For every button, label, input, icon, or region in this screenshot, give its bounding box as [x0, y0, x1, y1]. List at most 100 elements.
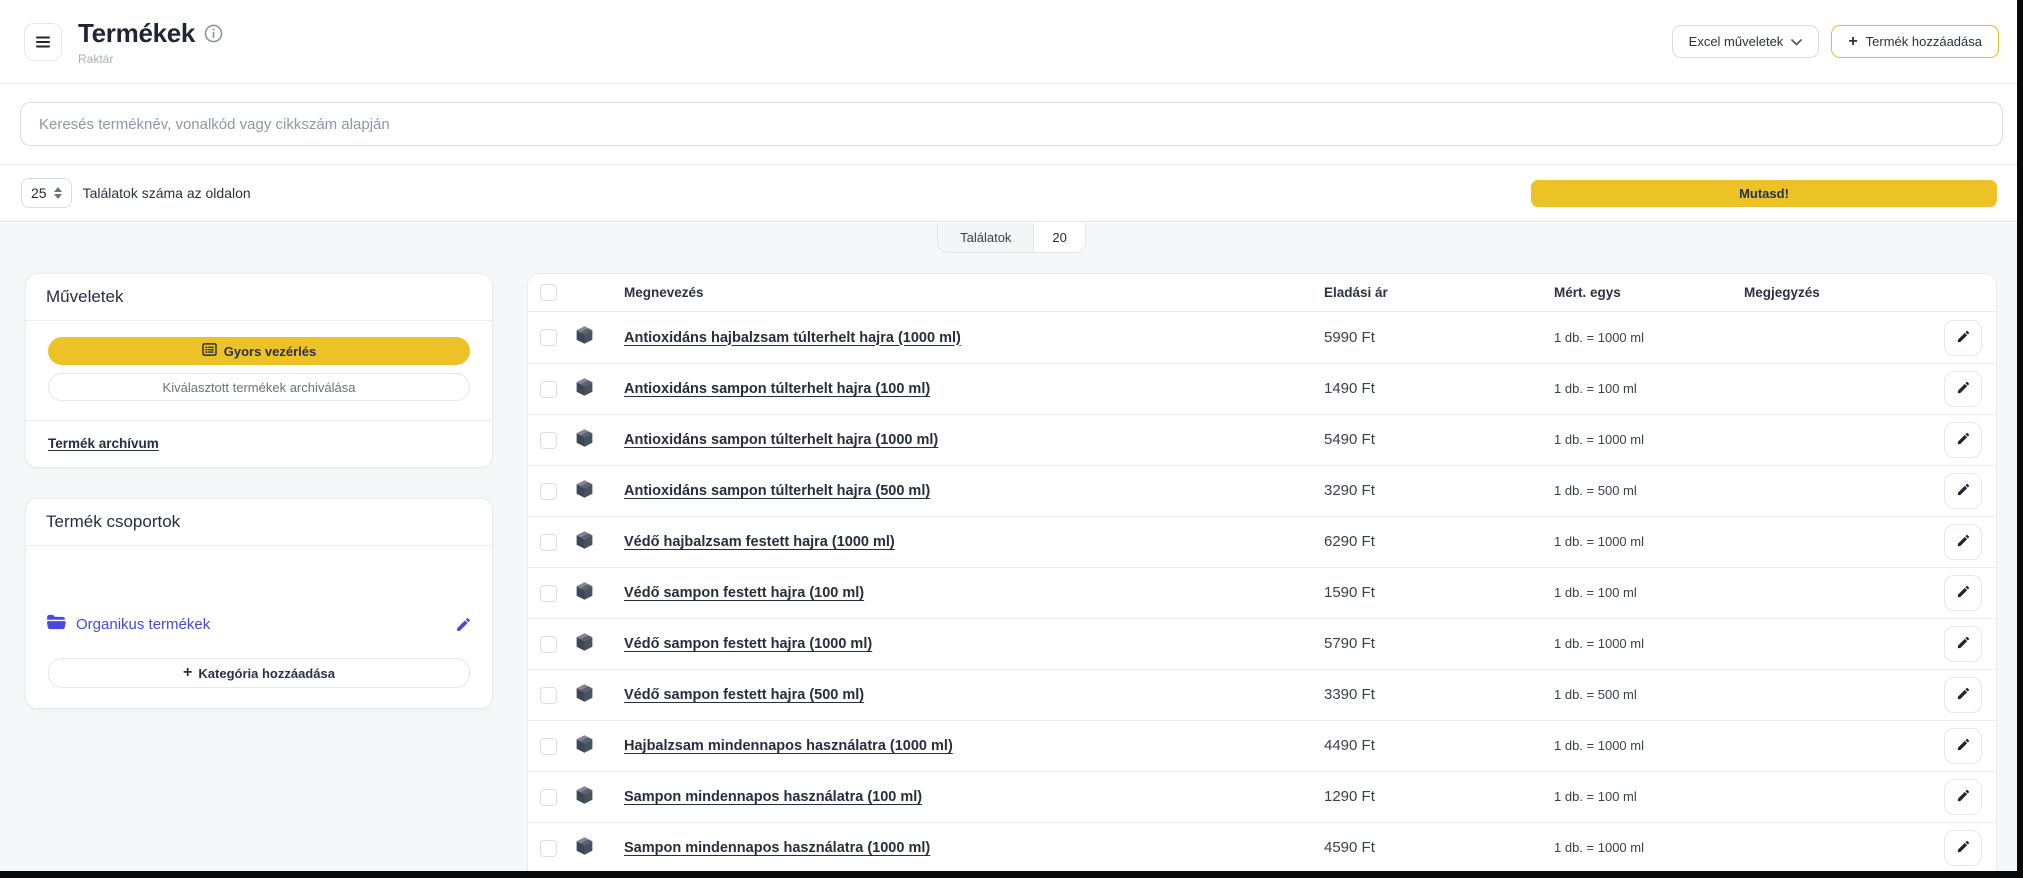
hamburger-menu-button[interactable]	[24, 23, 62, 61]
column-header-note: Megjegyzés	[1744, 285, 1894, 300]
pencil-icon	[1956, 431, 1971, 449]
window-edge-bottom	[0, 871, 2023, 878]
table-row: Antioxidáns sampon túlterhelt hajra (100…	[528, 363, 1996, 414]
row-checkbox[interactable]	[540, 534, 557, 551]
page-size-select[interactable]: 25	[21, 178, 72, 208]
product-unit: 1 db. = 1000 ml	[1554, 738, 1644, 753]
product-price: 6290 Ft	[1324, 533, 1375, 550]
product-name-link[interactable]: Védő hajbalzsam festett hajra (1000 ml)	[624, 534, 895, 550]
pencil-icon	[1956, 329, 1971, 347]
edit-product-button[interactable]	[1944, 728, 1982, 764]
edit-product-button[interactable]	[1944, 779, 1982, 815]
product-unit: 1 db. = 100 ml	[1554, 585, 1637, 600]
edit-product-button[interactable]	[1944, 575, 1982, 611]
edit-product-button[interactable]	[1944, 320, 1982, 356]
column-header-price: Eladási ár	[1324, 285, 1554, 300]
product-price: 1590 Ft	[1324, 584, 1375, 601]
excel-operations-button[interactable]: Excel műveletek	[1672, 25, 1820, 58]
row-checkbox[interactable]	[540, 585, 557, 602]
controls-row: 25 Találatok száma az oldalon Mutasd!	[0, 165, 2023, 222]
select-all-checkbox[interactable]	[540, 284, 557, 301]
results-tab-count: 20	[1033, 223, 1084, 252]
main-content: Találatok 20 Műveletek Gyors vezérlés Ki…	[0, 223, 2023, 878]
product-unit: 1 db. = 500 ml	[1554, 483, 1637, 498]
table-row: Antioxidáns sampon túlterhelt hajra (100…	[528, 414, 1996, 465]
row-checkbox[interactable]	[540, 432, 557, 449]
folder-icon	[46, 614, 66, 634]
pencil-icon	[1956, 635, 1971, 653]
product-unit: 1 db. = 500 ml	[1554, 687, 1637, 702]
product-unit: 1 db. = 1000 ml	[1554, 330, 1644, 345]
operations-panel-title: Műveletek	[26, 274, 492, 321]
package-cube-icon	[574, 427, 595, 454]
row-checkbox[interactable]	[540, 687, 557, 704]
product-groups-panel: Termék csoportok Organikus termékek	[25, 498, 493, 709]
add-product-button[interactable]: + Termék hozzáadása	[1831, 25, 1999, 58]
package-cube-icon	[574, 682, 595, 709]
pencil-icon	[1956, 839, 1971, 857]
edit-product-button[interactable]	[1944, 626, 1982, 662]
product-name-link[interactable]: Védő sampon festett hajra (500 ml)	[624, 687, 864, 703]
category-edit-pencil-icon[interactable]	[455, 616, 472, 633]
product-price: 5490 Ft	[1324, 431, 1375, 448]
product-name-link[interactable]: Sampon mindennapos használatra (100 ml)	[624, 789, 922, 805]
pencil-icon	[1956, 737, 1971, 755]
edit-product-button[interactable]	[1944, 677, 1982, 713]
chevron-down-icon	[1791, 34, 1802, 49]
category-link[interactable]: Organikus termékek	[46, 614, 210, 634]
product-name-link[interactable]: Védő sampon festett hajra (100 ml)	[624, 585, 864, 601]
product-name-link[interactable]: Antioxidáns hajbalzsam túlterhelt hajra …	[624, 330, 961, 346]
product-name-link[interactable]: Antioxidáns sampon túlterhelt hajra (100…	[624, 381, 930, 397]
pencil-icon	[1956, 686, 1971, 704]
edit-product-button[interactable]	[1944, 371, 1982, 407]
row-checkbox[interactable]	[540, 738, 557, 755]
hamburger-icon	[35, 35, 51, 49]
product-table: Megnevezés Eladási ár Mért. egys Megjegy…	[527, 273, 1997, 873]
product-unit: 1 db. = 1000 ml	[1554, 432, 1644, 447]
add-category-button[interactable]: + Kategória hozzáadása	[48, 658, 470, 688]
info-icon[interactable]	[204, 24, 223, 43]
search-input[interactable]	[20, 102, 2003, 146]
product-name-link[interactable]: Sampon mindennapos használatra (1000 ml)	[624, 840, 930, 856]
plus-icon: +	[1848, 34, 1857, 50]
table-row: Védő sampon festett hajra (500 ml) 3390 …	[528, 669, 1996, 720]
search-section	[0, 84, 2023, 165]
show-results-button[interactable]: Mutasd!	[1531, 180, 1997, 207]
product-name-link[interactable]: Hajbalzsam mindennapos használatra (1000…	[624, 738, 953, 754]
product-name-link[interactable]: Védő sampon festett hajra (1000 ml)	[624, 636, 872, 652]
product-unit: 1 db. = 1000 ml	[1554, 840, 1644, 855]
product-price: 5990 Ft	[1324, 329, 1375, 346]
archive-selected-button[interactable]: Kiválasztott termékek archiválása	[48, 373, 470, 401]
pencil-icon	[1956, 380, 1971, 398]
package-cube-icon	[574, 784, 595, 811]
edit-product-button[interactable]	[1944, 473, 1982, 509]
product-name-link[interactable]: Antioxidáns sampon túlterhelt hajra (500…	[624, 483, 930, 499]
product-archive-link[interactable]: Termék archívum	[48, 436, 159, 451]
sidebar: Műveletek Gyors vezérlés Kiválasztott te…	[25, 273, 493, 709]
row-checkbox[interactable]	[540, 381, 557, 398]
product-name-link[interactable]: Antioxidáns sampon túlterhelt hajra (100…	[624, 432, 938, 448]
product-price: 4590 Ft	[1324, 839, 1375, 856]
row-checkbox[interactable]	[540, 789, 557, 806]
column-header-unit: Mért. egys	[1554, 285, 1744, 300]
row-checkbox[interactable]	[540, 636, 557, 653]
page-size-label: Találatok száma az oldalon	[83, 185, 251, 201]
row-checkbox[interactable]	[540, 483, 557, 500]
edit-product-button[interactable]	[1944, 830, 1982, 866]
window-edge-right	[2017, 0, 2023, 878]
row-checkbox[interactable]	[540, 329, 557, 346]
page-title: Termékek	[78, 18, 195, 49]
table-row: Védő sampon festett hajra (100 ml) 1590 …	[528, 567, 1996, 618]
product-price: 1290 Ft	[1324, 788, 1375, 805]
package-cube-icon	[574, 835, 595, 862]
table-row: Védő sampon festett hajra (1000 ml) 5790…	[528, 618, 1996, 669]
breadcrumb: Raktár	[78, 52, 223, 66]
product-price: 3390 Ft	[1324, 686, 1375, 703]
results-tab-label: Találatok	[938, 223, 1033, 252]
edit-product-button[interactable]	[1944, 422, 1982, 458]
table-row: Hajbalzsam mindennapos használatra (1000…	[528, 720, 1996, 771]
edit-product-button[interactable]	[1944, 524, 1982, 560]
row-checkbox[interactable]	[540, 840, 557, 857]
quick-control-button[interactable]: Gyors vezérlés	[48, 337, 470, 365]
package-cube-icon	[574, 631, 595, 658]
